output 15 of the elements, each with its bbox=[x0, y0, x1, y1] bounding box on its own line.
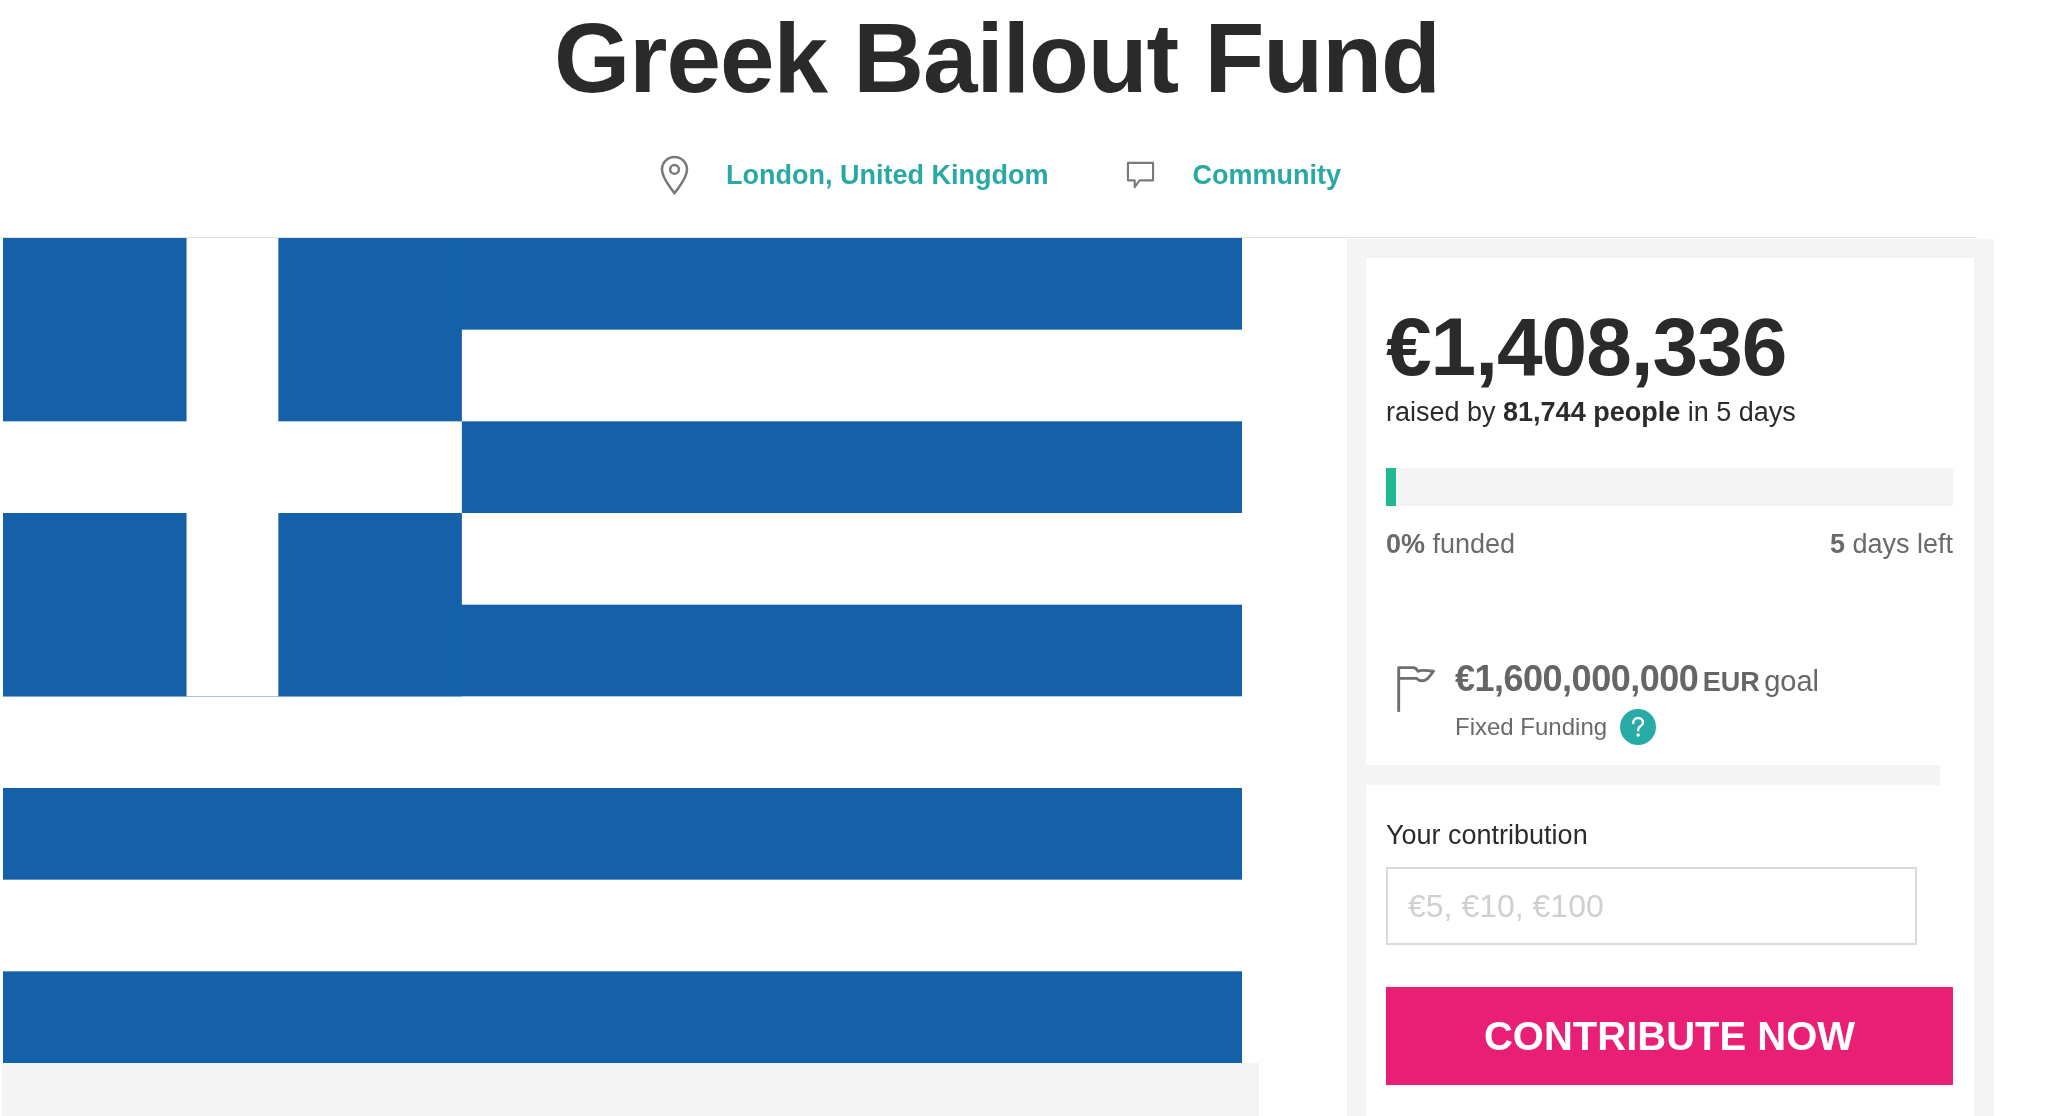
flag-icon bbox=[1395, 664, 1436, 712]
contribute-button[interactable]: CONTRIBUTE NOW bbox=[1386, 987, 1953, 1085]
page-title: Greek Bailout Fund bbox=[554, 9, 1440, 107]
location-pin-icon bbox=[659, 155, 691, 195]
speech-bubble-icon bbox=[1125, 160, 1157, 190]
days-left-text: 5 days left bbox=[1829, 528, 1953, 561]
raised-text: raised by 81,744 people in 5 days bbox=[1386, 396, 1796, 429]
funding-type-text: Fixed Funding bbox=[1455, 712, 1608, 742]
funded-text: 0% funded bbox=[1386, 528, 1516, 561]
goal-text: €1,600,000,000 EUR goal bbox=[1455, 659, 1819, 699]
help-icon[interactable] bbox=[1620, 709, 1657, 745]
raised-amount: €1,408,336 bbox=[1386, 307, 1787, 387]
meta-link[interactable]: Community bbox=[1192, 157, 1341, 193]
meta-link[interactable]: London, United Kingdom bbox=[726, 157, 1049, 193]
field-label: Your contribution bbox=[1386, 819, 1588, 852]
